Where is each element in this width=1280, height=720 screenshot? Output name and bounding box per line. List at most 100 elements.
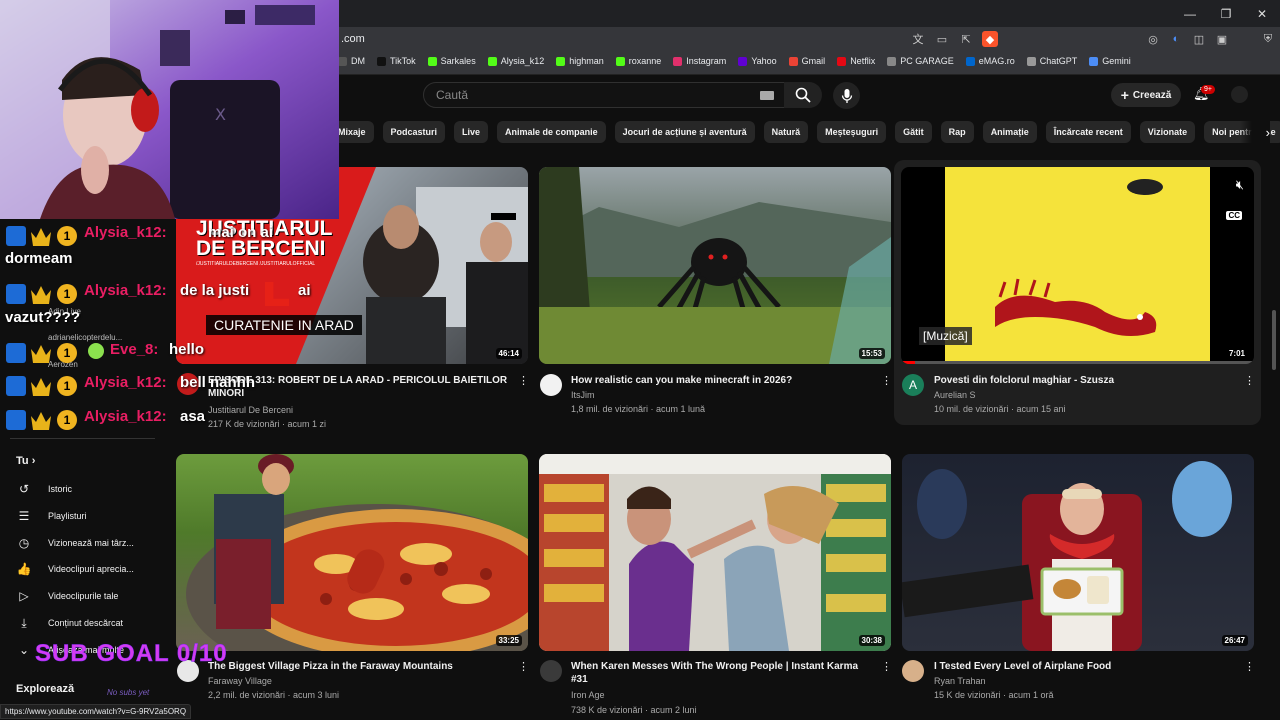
svg-text:X: X [215, 105, 226, 124]
wallet-icon[interactable]: ◫ [1191, 31, 1207, 47]
chips-next-icon[interactable]: › [1240, 121, 1270, 143]
avatar-letter: A [908, 378, 917, 392]
sidebar-divider [10, 438, 155, 439]
bookmark-item[interactable]: PC GARAGE [887, 56, 954, 66]
minimize-icon[interactable]: — [1172, 0, 1208, 27]
sidebar-icon[interactable]: ▣ [1214, 31, 1230, 47]
filter-chip[interactable]: Meșteșuguri [817, 121, 887, 143]
sidebar-item-label: Conținut descărcat [48, 618, 124, 628]
channel-name[interactable]: Ryan Trahan [934, 674, 986, 688]
channel-avatar[interactable] [540, 660, 562, 682]
close-icon[interactable]: ✕ [1244, 0, 1280, 27]
page-scrollbar[interactable] [1272, 310, 1276, 370]
channel-name[interactable]: ItsJim [571, 388, 595, 402]
bookmark-item[interactable]: Gemini [1089, 56, 1131, 66]
video-title[interactable]: How realistic can you make minecraft in … [571, 374, 871, 387]
more-options-icon[interactable]: ⋮ [881, 660, 892, 673]
bookmark-item[interactable]: Sarkales [427, 56, 476, 66]
closed-captions-icon[interactable]: CC [1226, 211, 1242, 220]
sidebar-item[interactable]: ⤓ Conținut descărcat [16, 615, 123, 631]
shield-icon[interactable]: ⛨ [1260, 31, 1276, 47]
sidebar-item[interactable]: 👍 Videoclipuri aprecia... [16, 561, 134, 577]
channel-avatar[interactable] [902, 660, 924, 682]
bookmark-item[interactable]: ChatGPT [1026, 56, 1077, 66]
extension-icon[interactable]: ◐ [1168, 31, 1184, 47]
sidebar-item[interactable]: ◷ Vizionează mai târz... [16, 535, 134, 551]
sidebar-you-heading[interactable]: Tu › [16, 455, 35, 467]
channel-avatar[interactable]: A [902, 374, 924, 396]
search-button[interactable] [784, 82, 822, 108]
duration-badge: 15:53 [858, 348, 885, 359]
filter-chip[interactable]: Încărcate recent [1045, 121, 1131, 143]
bookmark-label: Gmail [801, 56, 826, 66]
video-thumbnail-5[interactable]: 30:38 [539, 454, 891, 651]
more-options-icon[interactable]: ⋮ [518, 660, 529, 673]
video-stats: 1,8 mil. de vizionări · acum 1 lună [571, 404, 706, 414]
video-title[interactable]: Povesti din folclorul maghiar - Szusza [934, 374, 1234, 387]
bookmark-item[interactable]: eMAG.ro [965, 56, 1015, 66]
more-options-icon[interactable]: ⋮ [1244, 374, 1255, 387]
keyboard-icon[interactable] [760, 91, 774, 100]
channel-name[interactable]: Aurelian S [934, 388, 976, 402]
create-button[interactable]: + Creează [1111, 83, 1181, 107]
crown-badge-icon [31, 378, 51, 396]
progress-bar[interactable] [901, 361, 1254, 364]
gifter-badge-icon: 1 [57, 376, 77, 396]
bookmark-item[interactable]: Alysia_k12 [487, 56, 544, 66]
more-options-icon[interactable]: ⋮ [881, 374, 892, 387]
video-thumbnail-3[interactable]: [Muzică] 🔇︎ CC 7:01 [901, 167, 1254, 364]
brave-shield-icon[interactable]: ◆ [982, 31, 998, 47]
filter-chip[interactable]: Rap [940, 121, 974, 143]
mute-icon[interactable]: 🔇︎ [1236, 177, 1244, 193]
channel-name[interactable]: Iron Age [571, 688, 605, 702]
bookmark-item[interactable]: DM [338, 56, 365, 66]
filter-chip[interactable]: Live [454, 121, 489, 143]
bookmark-item[interactable]: Netflix [837, 56, 875, 66]
cast-icon[interactable]: ▭ [934, 31, 950, 47]
share-icon[interactable]: ⇱ [958, 31, 974, 47]
thumb-3-cartoon [945, 167, 1210, 364]
sidebar-item-label: Playlisturi [48, 511, 87, 521]
video-title[interactable]: I Tested Every Level of Airplane Food [934, 660, 1234, 673]
bookmark-item[interactable]: Gmail [788, 56, 826, 66]
bookmark-favicon-icon [1089, 56, 1099, 66]
account-avatar[interactable] [1231, 86, 1248, 103]
bookmark-item[interactable]: highman [556, 56, 604, 66]
bookmark-favicon-icon [965, 56, 975, 66]
filter-chip[interactable]: Jocuri de acțiune și aventură [614, 121, 755, 143]
video-thumbnail-6[interactable]: 26:47 [902, 454, 1254, 651]
bookmark-item[interactable]: Instagram [673, 56, 726, 66]
video-title[interactable]: When Karen Messes With The Wrong People … [571, 660, 871, 686]
bookmark-favicon-icon [738, 56, 748, 66]
more-options-icon[interactable]: ⋮ [1244, 660, 1255, 673]
bookmark-item[interactable]: TikTok [377, 56, 416, 66]
thumb-5-art [539, 454, 891, 651]
video-title[interactable]: The Biggest Village Pizza in the Faraway… [208, 660, 508, 673]
filter-chip[interactable]: Gătit [895, 121, 932, 143]
more-options-icon[interactable]: ⋮ [518, 374, 529, 387]
filter-chip[interactable]: Vizionate [1139, 121, 1196, 143]
filter-chip[interactable]: Podcasturi [382, 121, 446, 143]
sidebar-item[interactable]: ▷ Videoclipurile tale [16, 588, 118, 604]
voice-search-button[interactable] [833, 82, 860, 109]
sidebar-item[interactable]: ↺ Istoric [16, 481, 72, 497]
filter-chip[interactable]: Animale de companie [497, 121, 606, 143]
sidebar-item-label: Istoric [48, 484, 73, 494]
sidebar-item[interactable]: ☰ Playlisturi [16, 508, 87, 524]
bookmark-label: Netflix [850, 56, 876, 66]
no-subs-text: No subs yet [107, 688, 150, 697]
channel-name[interactable]: Justitiarul De Berceni [208, 403, 293, 417]
filter-chip[interactable]: Natură [763, 121, 809, 143]
search-input[interactable]: Caută [423, 82, 785, 108]
channel-avatar[interactable] [540, 374, 562, 396]
channel-name[interactable]: Faraway Village [208, 674, 272, 688]
restore-icon[interactable]: ❐ [1208, 0, 1244, 27]
vpn-icon[interactable]: ◎ [1145, 31, 1161, 47]
bookmark-item[interactable]: roxanne [615, 56, 661, 66]
url-text[interactable]: .com [341, 33, 365, 45]
bookmark-item[interactable]: Yahoo [738, 56, 777, 66]
video-thumbnail-4[interactable]: 33:25 [176, 454, 528, 651]
translate-icon[interactable]: 文 [910, 31, 926, 47]
filter-chip[interactable]: Animație [982, 121, 1037, 143]
video-thumbnail-2[interactable]: 15:53 [539, 167, 891, 364]
